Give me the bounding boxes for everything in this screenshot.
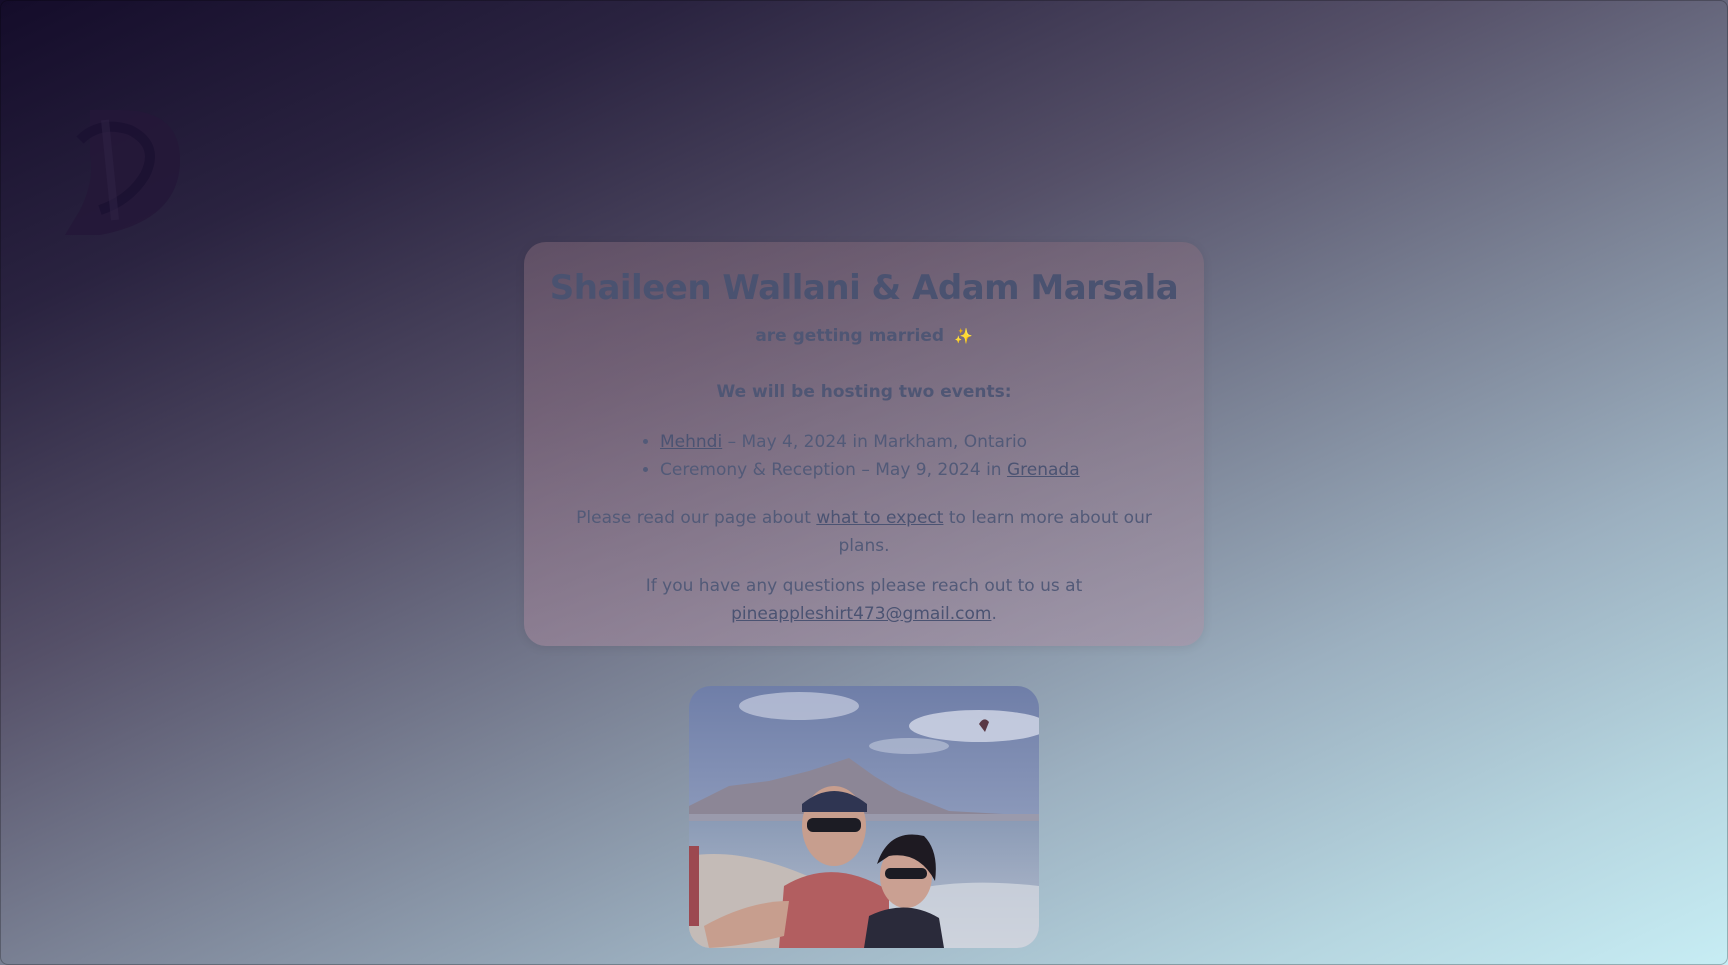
mehndi-link[interactable]: Mehndi: [660, 432, 722, 452]
contact-suffix: .: [991, 604, 997, 624]
event-detail: Ceremony & Reception – May 9, 2024 in: [660, 460, 1007, 480]
events-list: Mehndi – May 4, 2024 in Markham, Ontario…: [642, 428, 1080, 484]
event-detail: – May 4, 2024 in Markham, Ontario: [722, 432, 1028, 452]
page-title: Shaileen Wallani & Adam Marsala: [549, 268, 1179, 308]
announcement-card: Shaileen Wallani & Adam Marsala are gett…: [524, 242, 1204, 646]
monogram-logo-icon[interactable]: [60, 100, 200, 240]
couple-photo: [689, 686, 1039, 948]
expect-paragraph: Please read our page about what to expec…: [574, 504, 1154, 560]
contact-prefix: If you have any questions please reach o…: [645, 576, 1083, 596]
what-to-expect-link[interactable]: what to expect: [816, 508, 943, 528]
expect-prefix: Please read our page about: [576, 508, 817, 528]
contact-email-link[interactable]: pineappleshirt473@gmail.com: [731, 604, 991, 624]
subtitle: are getting married ✨: [524, 326, 1204, 346]
contact-paragraph: If you have any questions please reach o…: [574, 572, 1154, 628]
sparkles-icon: ✨: [954, 327, 973, 345]
list-item: Ceremony & Reception – May 9, 2024 in Gr…: [660, 456, 1080, 484]
list-item: Mehndi – May 4, 2024 in Markham, Ontario: [660, 428, 1080, 456]
subtitle-text: are getting married: [755, 326, 945, 346]
events-heading: We will be hosting two events:: [716, 382, 1012, 402]
grenada-link[interactable]: Grenada: [1007, 460, 1080, 480]
